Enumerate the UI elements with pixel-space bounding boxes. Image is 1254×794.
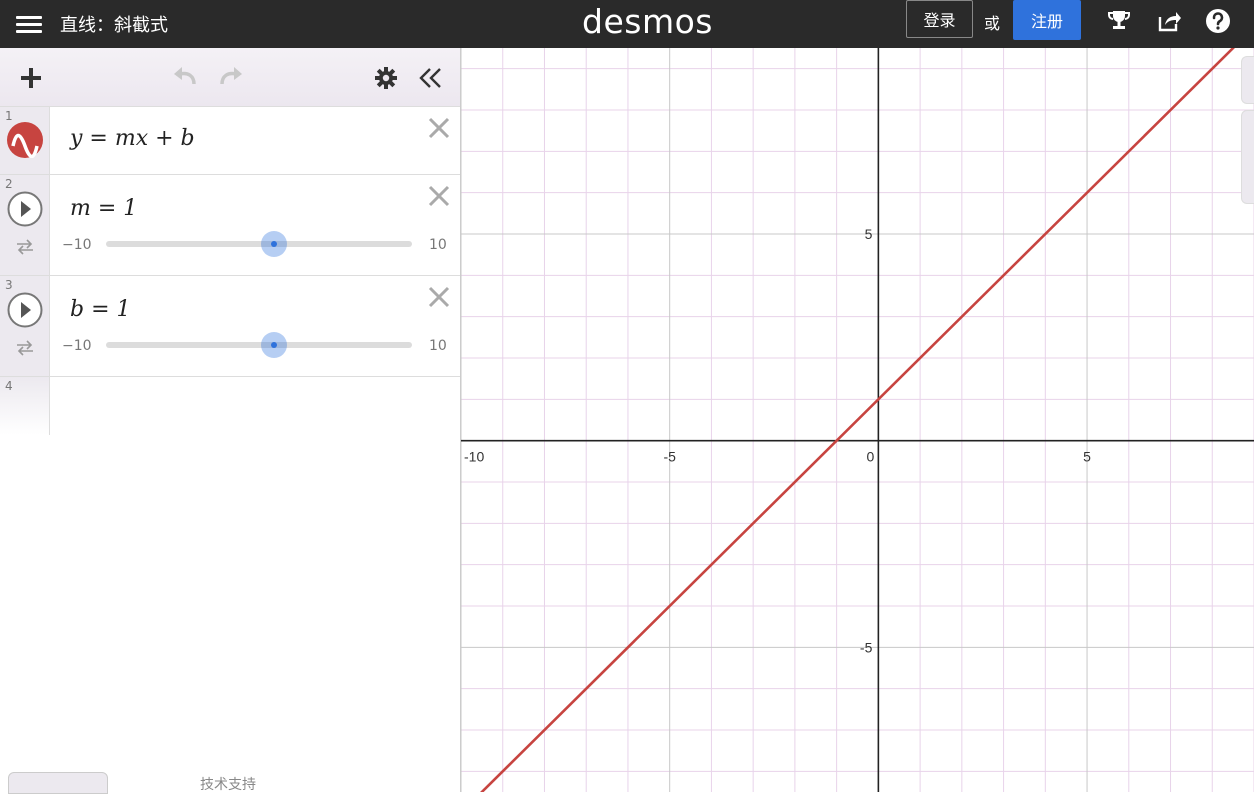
x-tick-label: -10 <box>464 449 484 465</box>
loop-icon[interactable] <box>15 340 35 356</box>
expression-index: 1 <box>5 109 13 123</box>
slider-thumb[interactable] <box>261 332 288 358</box>
share-icon[interactable] <box>1156 8 1182 34</box>
slider-max[interactable]: 10 <box>429 237 447 253</box>
expression-row-2[interactable]: 2 m = 1 −10 10 <box>0 175 460 276</box>
settings-icon[interactable] <box>374 66 398 90</box>
powered-by-label[interactable]: 技术支持 <box>200 774 256 794</box>
expression-index: 2 <box>5 177 13 191</box>
zoom-in-tab[interactable] <box>1241 56 1254 104</box>
x-tick-label: 0 <box>866 449 874 465</box>
line-y-mx-b <box>480 48 1235 792</box>
zoom-controls-tab[interactable] <box>1241 110 1254 204</box>
loop-icon[interactable] <box>15 239 35 255</box>
delete-expression-icon[interactable] <box>426 115 452 141</box>
x-tick-label: -5 <box>663 449 676 465</box>
expression-input[interactable]: y = mx + b <box>70 126 195 151</box>
play-icon[interactable] <box>7 191 43 227</box>
graph-svg[interactable]: -10 -5 0 5 5 -5 <box>461 48 1254 792</box>
expression-index: 3 <box>5 278 13 292</box>
graph-title[interactable]: 直线：斜截式 <box>60 11 168 37</box>
expression-row-1[interactable]: 1 y = mx + b <box>0 107 460 175</box>
expression-gutter: 3 <box>0 276 50 376</box>
slider-track[interactable] <box>106 342 412 348</box>
y-tick-label: 5 <box>865 226 873 242</box>
delete-expression-icon[interactable] <box>426 284 452 310</box>
trophy-icon[interactable] <box>1106 8 1132 34</box>
expression-toolbar <box>0 48 460 107</box>
top-bar: 直线：斜截式 desmos 登录 或 注册 <box>0 0 1254 48</box>
expression-gutter: 2 <box>0 175 50 275</box>
redo-icon[interactable] <box>218 64 246 88</box>
expression-gutter: 1 <box>0 107 50 174</box>
or-label: 或 <box>984 14 1001 33</box>
expression-input[interactable]: b = 1 <box>70 297 131 322</box>
slider-min[interactable]: −10 <box>62 237 92 253</box>
slider-min[interactable]: −10 <box>62 338 92 354</box>
login-button[interactable]: 登录 <box>906 0 973 38</box>
expression-input[interactable]: m = 1 <box>70 196 137 221</box>
add-icon[interactable] <box>19 66 43 90</box>
expression-gutter: 4 <box>0 377 50 435</box>
undo-icon[interactable] <box>170 64 198 88</box>
x-tick-label: 5 <box>1083 449 1091 465</box>
slider-thumb[interactable] <box>261 231 288 257</box>
collapse-icon[interactable] <box>418 66 444 90</box>
plot-layer <box>480 48 1235 792</box>
delete-expression-icon[interactable] <box>426 183 452 209</box>
expression-row-4[interactable]: 4 <box>0 377 460 435</box>
expression-row-3[interactable]: 3 b = 1 −10 10 <box>0 276 460 377</box>
menu-icon[interactable] <box>16 12 42 36</box>
help-icon[interactable] <box>1205 8 1231 34</box>
slider-max[interactable]: 10 <box>429 338 447 354</box>
graph-canvas[interactable]: -10 -5 0 5 5 -5 <box>461 48 1254 792</box>
keypad-toggle[interactable] <box>8 772 108 794</box>
desmos-logo: desmos <box>582 2 713 41</box>
y-tick-label: -5 <box>860 639 873 655</box>
expression-panel: 1 y = mx + b 2 m = 1 −10 10 3 b = 1 −10 … <box>0 48 461 794</box>
slider-track[interactable] <box>106 241 412 247</box>
signup-button[interactable]: 注册 <box>1013 0 1081 40</box>
graph-style-icon[interactable] <box>7 122 43 158</box>
play-icon[interactable] <box>7 292 43 328</box>
expression-index: 4 <box>5 379 13 393</box>
